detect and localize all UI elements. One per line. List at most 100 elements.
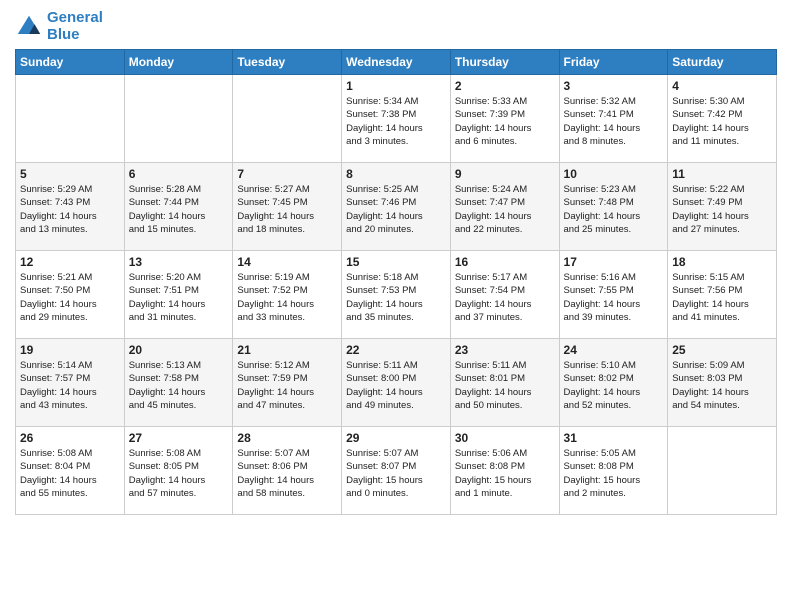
calendar-cell: 15 Sunrise: 5:18 AM Sunset: 7:53 PM Dayli… (342, 251, 451, 339)
day-number: 22 (346, 343, 446, 357)
day-info: Sunrise: 5:25 AM Sunset: 7:46 PM Dayligh… (346, 183, 446, 236)
day-number: 19 (20, 343, 120, 357)
day-info: Sunrise: 5:18 AM Sunset: 7:53 PM Dayligh… (346, 271, 446, 324)
day-info: Sunrise: 5:12 AM Sunset: 7:59 PM Dayligh… (237, 359, 337, 412)
logo-icon (15, 13, 43, 41)
weekday-header-tuesday: Tuesday (233, 50, 342, 75)
weekday-header-wednesday: Wednesday (342, 50, 451, 75)
day-number: 10 (564, 167, 664, 181)
day-number: 2 (455, 79, 555, 93)
day-number: 14 (237, 255, 337, 269)
calendar-cell (124, 75, 233, 163)
calendar-cell: 8 Sunrise: 5:25 AM Sunset: 7:46 PM Daylig… (342, 163, 451, 251)
day-info: Sunrise: 5:22 AM Sunset: 7:49 PM Dayligh… (672, 183, 772, 236)
day-number: 13 (129, 255, 229, 269)
day-info: Sunrise: 5:13 AM Sunset: 7:58 PM Dayligh… (129, 359, 229, 412)
day-number: 17 (564, 255, 664, 269)
day-info: Sunrise: 5:08 AM Sunset: 8:04 PM Dayligh… (20, 447, 120, 500)
calendar-cell: 24 Sunrise: 5:10 AM Sunset: 8:02 PM Dayli… (559, 339, 668, 427)
calendar-cell: 23 Sunrise: 5:11 AM Sunset: 8:01 PM Dayli… (450, 339, 559, 427)
day-number: 16 (455, 255, 555, 269)
logo-text: General Blue (47, 10, 103, 43)
calendar-cell: 28 Sunrise: 5:07 AM Sunset: 8:06 PM Dayli… (233, 427, 342, 515)
calendar-cell: 31Sunrise: 5:05 AM Sunset: 8:08 PM Dayli… (559, 427, 668, 515)
calendar-cell: 18Sunrise: 5:15 AM Sunset: 7:56 PM Dayli… (668, 251, 777, 339)
calendar-cell: 1 Sunrise: 5:34 AM Sunset: 7:38 PM Daylig… (342, 75, 451, 163)
calendar-cell: 4 Sunrise: 5:30 AM Sunset: 7:42 PM Daylig… (668, 75, 777, 163)
day-number: 11 (672, 167, 772, 181)
calendar-cell: 5 Sunrise: 5:29 AM Sunset: 7:43 PM Daylig… (16, 163, 125, 251)
day-info: Sunrise: 5:21 AM Sunset: 7:50 PM Dayligh… (20, 271, 120, 324)
day-info: Sunrise: 5:20 AM Sunset: 7:51 PM Dayligh… (129, 271, 229, 324)
calendar-cell: 19 Sunrise: 5:14 AM Sunset: 7:57 PM Dayli… (16, 339, 125, 427)
day-info: Sunrise: 5:17 AM Sunset: 7:54 PM Dayligh… (455, 271, 555, 324)
day-info: Sunrise: 5:06 AM Sunset: 8:08 PM Dayligh… (455, 447, 555, 500)
calendar-cell: 11 Sunrise: 5:22 AM Sunset: 7:49 PM Dayli… (668, 163, 777, 251)
weekday-header-monday: Monday (124, 50, 233, 75)
day-info: Sunrise: 5:29 AM Sunset: 7:43 PM Dayligh… (20, 183, 120, 236)
day-number: 3 (564, 79, 664, 93)
weekday-header-thursday: Thursday (450, 50, 559, 75)
calendar-cell: 30 Sunrise: 5:06 AM Sunset: 8:08 PM Dayli… (450, 427, 559, 515)
day-info: Sunrise: 5:19 AM Sunset: 7:52 PM Dayligh… (237, 271, 337, 324)
day-number: 28 (237, 431, 337, 445)
calendar-cell: 22 Sunrise: 5:11 AM Sunset: 8:00 PM Dayli… (342, 339, 451, 427)
day-info: Sunrise: 5:11 AM Sunset: 8:00 PM Dayligh… (346, 359, 446, 412)
day-number: 12 (20, 255, 120, 269)
day-number: 15 (346, 255, 446, 269)
calendar-cell: 29Sunrise: 5:07 AM Sunset: 8:07 PM Dayli… (342, 427, 451, 515)
day-number: 20 (129, 343, 229, 357)
day-info: Sunrise: 5:11 AM Sunset: 8:01 PM Dayligh… (455, 359, 555, 412)
calendar-cell: 2 Sunrise: 5:33 AM Sunset: 7:39 PM Daylig… (450, 75, 559, 163)
day-number: 27 (129, 431, 229, 445)
logo: General Blue (15, 10, 103, 43)
calendar-cell: 20 Sunrise: 5:13 AM Sunset: 7:58 PM Dayli… (124, 339, 233, 427)
calendar-cell: 3 Sunrise: 5:32 AM Sunset: 7:41 PM Daylig… (559, 75, 668, 163)
day-info: Sunrise: 5:14 AM Sunset: 7:57 PM Dayligh… (20, 359, 120, 412)
calendar-week-2: 5 Sunrise: 5:29 AM Sunset: 7:43 PM Daylig… (16, 163, 777, 251)
day-number: 8 (346, 167, 446, 181)
calendar-week-3: 12 Sunrise: 5:21 AM Sunset: 7:50 PM Dayli… (16, 251, 777, 339)
day-info: Sunrise: 5:10 AM Sunset: 8:02 PM Dayligh… (564, 359, 664, 412)
calendar-cell: 25Sunrise: 5:09 AM Sunset: 8:03 PM Dayli… (668, 339, 777, 427)
calendar-cell: 17 Sunrise: 5:16 AM Sunset: 7:55 PM Dayli… (559, 251, 668, 339)
day-number: 4 (672, 79, 772, 93)
day-info: Sunrise: 5:33 AM Sunset: 7:39 PM Dayligh… (455, 95, 555, 148)
weekday-header-sunday: Sunday (16, 50, 125, 75)
weekday-header-saturday: Saturday (668, 50, 777, 75)
calendar-cell (233, 75, 342, 163)
calendar-header: SundayMondayTuesdayWednesdayThursdayFrid… (16, 50, 777, 75)
calendar-body: 1 Sunrise: 5:34 AM Sunset: 7:38 PM Daylig… (16, 75, 777, 515)
day-info: Sunrise: 5:23 AM Sunset: 7:48 PM Dayligh… (564, 183, 664, 236)
day-info: Sunrise: 5:32 AM Sunset: 7:41 PM Dayligh… (564, 95, 664, 148)
day-number: 24 (564, 343, 664, 357)
day-info: Sunrise: 5:07 AM Sunset: 8:06 PM Dayligh… (237, 447, 337, 500)
day-info: Sunrise: 5:08 AM Sunset: 8:05 PM Dayligh… (129, 447, 229, 500)
calendar-cell: 10 Sunrise: 5:23 AM Sunset: 7:48 PM Dayli… (559, 163, 668, 251)
day-number: 23 (455, 343, 555, 357)
day-number: 29 (346, 431, 446, 445)
day-info: Sunrise: 5:24 AM Sunset: 7:47 PM Dayligh… (455, 183, 555, 236)
day-number: 5 (20, 167, 120, 181)
calendar-week-5: 26Sunrise: 5:08 AM Sunset: 8:04 PM Dayli… (16, 427, 777, 515)
calendar-cell: 13 Sunrise: 5:20 AM Sunset: 7:51 PM Dayli… (124, 251, 233, 339)
calendar-cell (16, 75, 125, 163)
day-info: Sunrise: 5:09 AM Sunset: 8:03 PM Dayligh… (672, 359, 772, 412)
calendar-cell: 14 Sunrise: 5:19 AM Sunset: 7:52 PM Dayli… (233, 251, 342, 339)
calendar-cell: 12 Sunrise: 5:21 AM Sunset: 7:50 PM Dayli… (16, 251, 125, 339)
day-number: 7 (237, 167, 337, 181)
day-number: 6 (129, 167, 229, 181)
day-info: Sunrise: 5:16 AM Sunset: 7:55 PM Dayligh… (564, 271, 664, 324)
day-info: Sunrise: 5:05 AM Sunset: 8:08 PM Dayligh… (564, 447, 664, 500)
header: General Blue (15, 10, 777, 43)
day-info: Sunrise: 5:34 AM Sunset: 7:38 PM Dayligh… (346, 95, 446, 148)
day-info: Sunrise: 5:30 AM Sunset: 7:42 PM Dayligh… (672, 95, 772, 148)
day-number: 30 (455, 431, 555, 445)
calendar-cell: 6 Sunrise: 5:28 AM Sunset: 7:44 PM Daylig… (124, 163, 233, 251)
weekday-header-friday: Friday (559, 50, 668, 75)
day-number: 1 (346, 79, 446, 93)
calendar-cell: 27 Sunrise: 5:08 AM Sunset: 8:05 PM Dayli… (124, 427, 233, 515)
calendar-table: SundayMondayTuesdayWednesdayThursdayFrid… (15, 49, 777, 515)
calendar-week-4: 19 Sunrise: 5:14 AM Sunset: 7:57 PM Dayli… (16, 339, 777, 427)
day-info: Sunrise: 5:28 AM Sunset: 7:44 PM Dayligh… (129, 183, 229, 236)
